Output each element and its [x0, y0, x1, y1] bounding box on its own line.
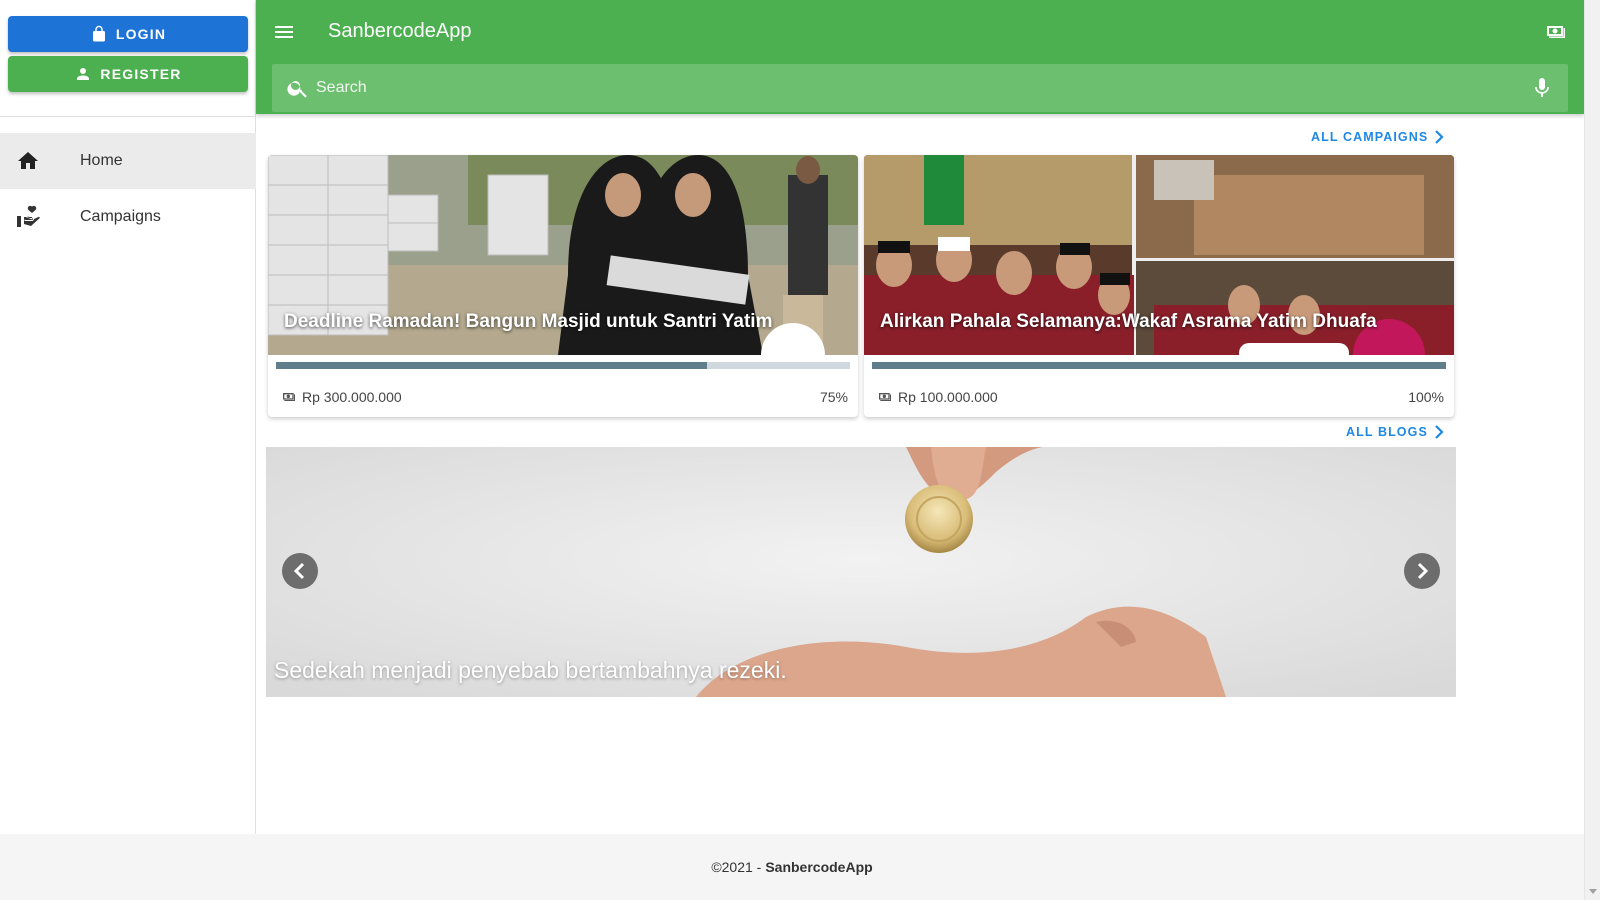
blog-caption: Sedekah menjadi penyebab bertambahnya re…: [274, 657, 787, 683]
chevron-right-icon: [1435, 130, 1444, 144]
search-input[interactable]: [316, 74, 1496, 102]
campaign-progress-fill: [872, 362, 1446, 369]
chevron-left-icon: [293, 562, 305, 580]
chevron-right-icon: [1417, 562, 1429, 580]
login-button[interactable]: LOGIN: [8, 16, 248, 52]
login-label: LOGIN: [115, 26, 167, 42]
sidebar-item-campaigns[interactable]: Campaigns: [0, 189, 256, 245]
all-blogs-link[interactable]: ALL BLOGS: [1346, 425, 1444, 439]
campaign-target: Rp 300.000.000: [280, 389, 402, 405]
sidebar-item-home[interactable]: Home: [0, 133, 256, 189]
campaign-percent: 75%: [819, 389, 848, 405]
sidebar-divider: [0, 116, 256, 117]
microphone-icon[interactable]: [1530, 76, 1554, 100]
campaign-amount: Rp 100.000.000: [898, 389, 998, 405]
cash-icon: [283, 393, 295, 401]
all-campaigns-link[interactable]: ALL CAMPAIGNS: [1311, 130, 1444, 144]
campaign-progress-bar: [872, 362, 1446, 369]
footer-brand: SanbercodeApp: [765, 859, 873, 875]
menu-icon[interactable]: [270, 20, 298, 44]
campaign-title: Deadline Ramadan! Bangun Masjid untuk Sa…: [284, 311, 773, 332]
sidebar-item-label: Campaigns: [80, 208, 161, 225]
register-label: REGISTER: [100, 66, 182, 82]
app-page: LOGIN REGISTER Home Campaigns Sanbercode…: [0, 0, 1600, 900]
all-campaigns-label: ALL CAMPAIGNS: [1311, 130, 1429, 144]
all-blogs-label: ALL BLOGS: [1346, 425, 1428, 439]
account-icon: [77, 68, 90, 80]
blog-carousel[interactable]: Sedekah menjadi penyebab bertambahnya re…: [266, 447, 1456, 697]
campaign-title: Alirkan Pahala Selamanya:Wakaf Asrama Ya…: [880, 311, 1377, 332]
register-button[interactable]: REGISTER: [8, 56, 248, 92]
campaign-target: Rp 100.000.000: [876, 389, 998, 405]
page-scrollbar[interactable]: [1584, 0, 1600, 900]
app-title: SanbercodeApp: [328, 20, 472, 42]
cash-icon: [879, 393, 891, 401]
carousel-prev-button[interactable]: [282, 553, 318, 589]
lock-icon: [92, 25, 105, 42]
navigation-drawer: LOGIN REGISTER Home Campaigns: [0, 0, 256, 834]
campaign-card[interactable]: Deadline Ramadan! Bangun Masjid untuk Sa…: [268, 155, 858, 417]
carousel-next-button[interactable]: [1404, 553, 1440, 589]
search-icon: [287, 81, 307, 98]
scroll-down-arrow-icon[interactable]: [1589, 889, 1597, 894]
footer: ©2021 - SanbercodeApp: [0, 834, 1584, 900]
cash-icon[interactable]: [1542, 20, 1570, 44]
sidebar-item-label: Home: [80, 152, 123, 169]
campaign-percent: 100%: [1408, 389, 1444, 405]
home-icon: [18, 152, 38, 169]
campaign-card[interactable]: Alirkan Pahala Selamanya:Wakaf Asrama Ya…: [864, 155, 1454, 417]
campaign-progress-fill: [276, 362, 707, 369]
chevron-right-icon: [1435, 425, 1444, 439]
campaign-progress-bar: [276, 362, 850, 369]
hand-heart-icon: [17, 205, 40, 227]
campaign-amount: Rp 300.000.000: [302, 389, 402, 405]
footer-copyright: ©2021 -: [711, 859, 762, 875]
search-bar: [272, 64, 1568, 112]
app-bar: SanbercodeApp: [256, 0, 1584, 114]
